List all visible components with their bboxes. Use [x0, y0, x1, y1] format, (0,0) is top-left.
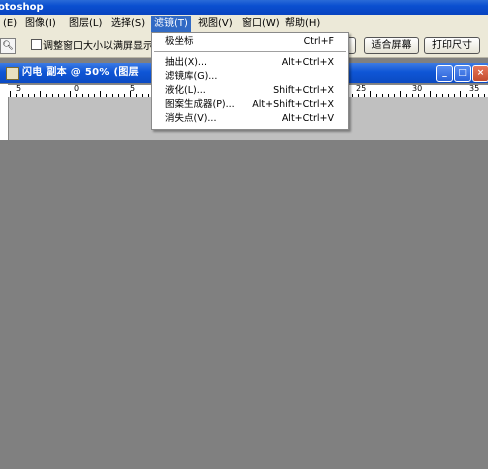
- menu-item-label: 液化(L)...: [165, 85, 206, 96]
- menu-item-last-filter[interactable]: 极坐标 Ctrl+F: [152, 35, 348, 48]
- ruler-label: 25: [356, 84, 367, 93]
- menu-item-label: 滤镜库(G)...: [165, 71, 218, 82]
- fit-screen-button[interactable]: 适合屏幕: [364, 37, 419, 54]
- menu-item-vanishing-point[interactable]: 消失点(V)... Alt+Ctrl+V: [152, 112, 348, 125]
- workspace-background: [0, 140, 488, 469]
- menu-item-label: 图案生成器(P)...: [165, 99, 235, 110]
- ruler-label: 30: [412, 84, 423, 93]
- document-icon: [6, 67, 19, 80]
- filter-menu-dropdown: 极坐标 Ctrl+F 抽出(X)... Alt+Ctrl+X 滤镜库(G)...…: [151, 32, 349, 130]
- menu-item-pattern-maker[interactable]: 图案生成器(P)... Alt+Shift+Ctrl+X: [152, 98, 348, 111]
- menu-item-label: 抽出(X)...: [165, 57, 207, 68]
- print-size-button[interactable]: 打印尺寸: [424, 37, 480, 54]
- menu-help[interactable]: 帮助(H): [282, 16, 323, 32]
- ruler-label: 35: [469, 84, 480, 93]
- menu-separator: [154, 51, 346, 52]
- ruler-label: 5: [16, 84, 22, 93]
- menu-filter[interactable]: 滤镜(T): [151, 16, 191, 32]
- menu-view[interactable]: 视图(V): [195, 16, 236, 32]
- menu-window[interactable]: 窗口(W): [239, 16, 283, 32]
- app-titlebar: otoshop: [0, 0, 488, 15]
- menu-item-shortcut: Alt+Shift+Ctrl+X: [252, 99, 334, 110]
- menu-select[interactable]: 选择(S): [108, 16, 148, 32]
- minimize-button[interactable]: _: [436, 65, 453, 82]
- menu-image[interactable]: 图像(I): [22, 16, 59, 32]
- menu-item-label: 消失点(V)...: [165, 113, 217, 124]
- resize-window-label: 调整窗口大小以满屏显示: [43, 41, 153, 52]
- menu-item-label: 极坐标: [165, 36, 194, 47]
- menu-item-extract[interactable]: 抽出(X)... Alt+Ctrl+X: [152, 56, 348, 69]
- close-button[interactable]: ×: [472, 65, 488, 82]
- ruler-label: 0: [74, 84, 80, 93]
- menu-item-filter-gallery[interactable]: 滤镜库(G)...: [152, 70, 348, 83]
- resize-window-checkbox[interactable]: [31, 39, 42, 50]
- magnifier-icon[interactable]: 🔍︎: [0, 38, 16, 54]
- menu-layer[interactable]: 图层(L): [66, 16, 105, 32]
- document-title: 闪电 副本 @ 50% (图层: [22, 67, 139, 78]
- maximize-button[interactable]: □: [454, 65, 471, 82]
- menu-item-shortcut: Alt+Ctrl+X: [281, 57, 334, 68]
- menu-item-shortcut: Shift+Ctrl+X: [273, 85, 334, 96]
- menu-item-shortcut: Ctrl+F: [303, 36, 334, 47]
- menu-item-shortcut: Alt+Ctrl+V: [281, 113, 334, 124]
- menu-item-liquify[interactable]: 液化(L)... Shift+Ctrl+X: [152, 84, 348, 97]
- menu-edit[interactable]: (E): [0, 16, 20, 32]
- app-title: otoshop: [0, 2, 44, 13]
